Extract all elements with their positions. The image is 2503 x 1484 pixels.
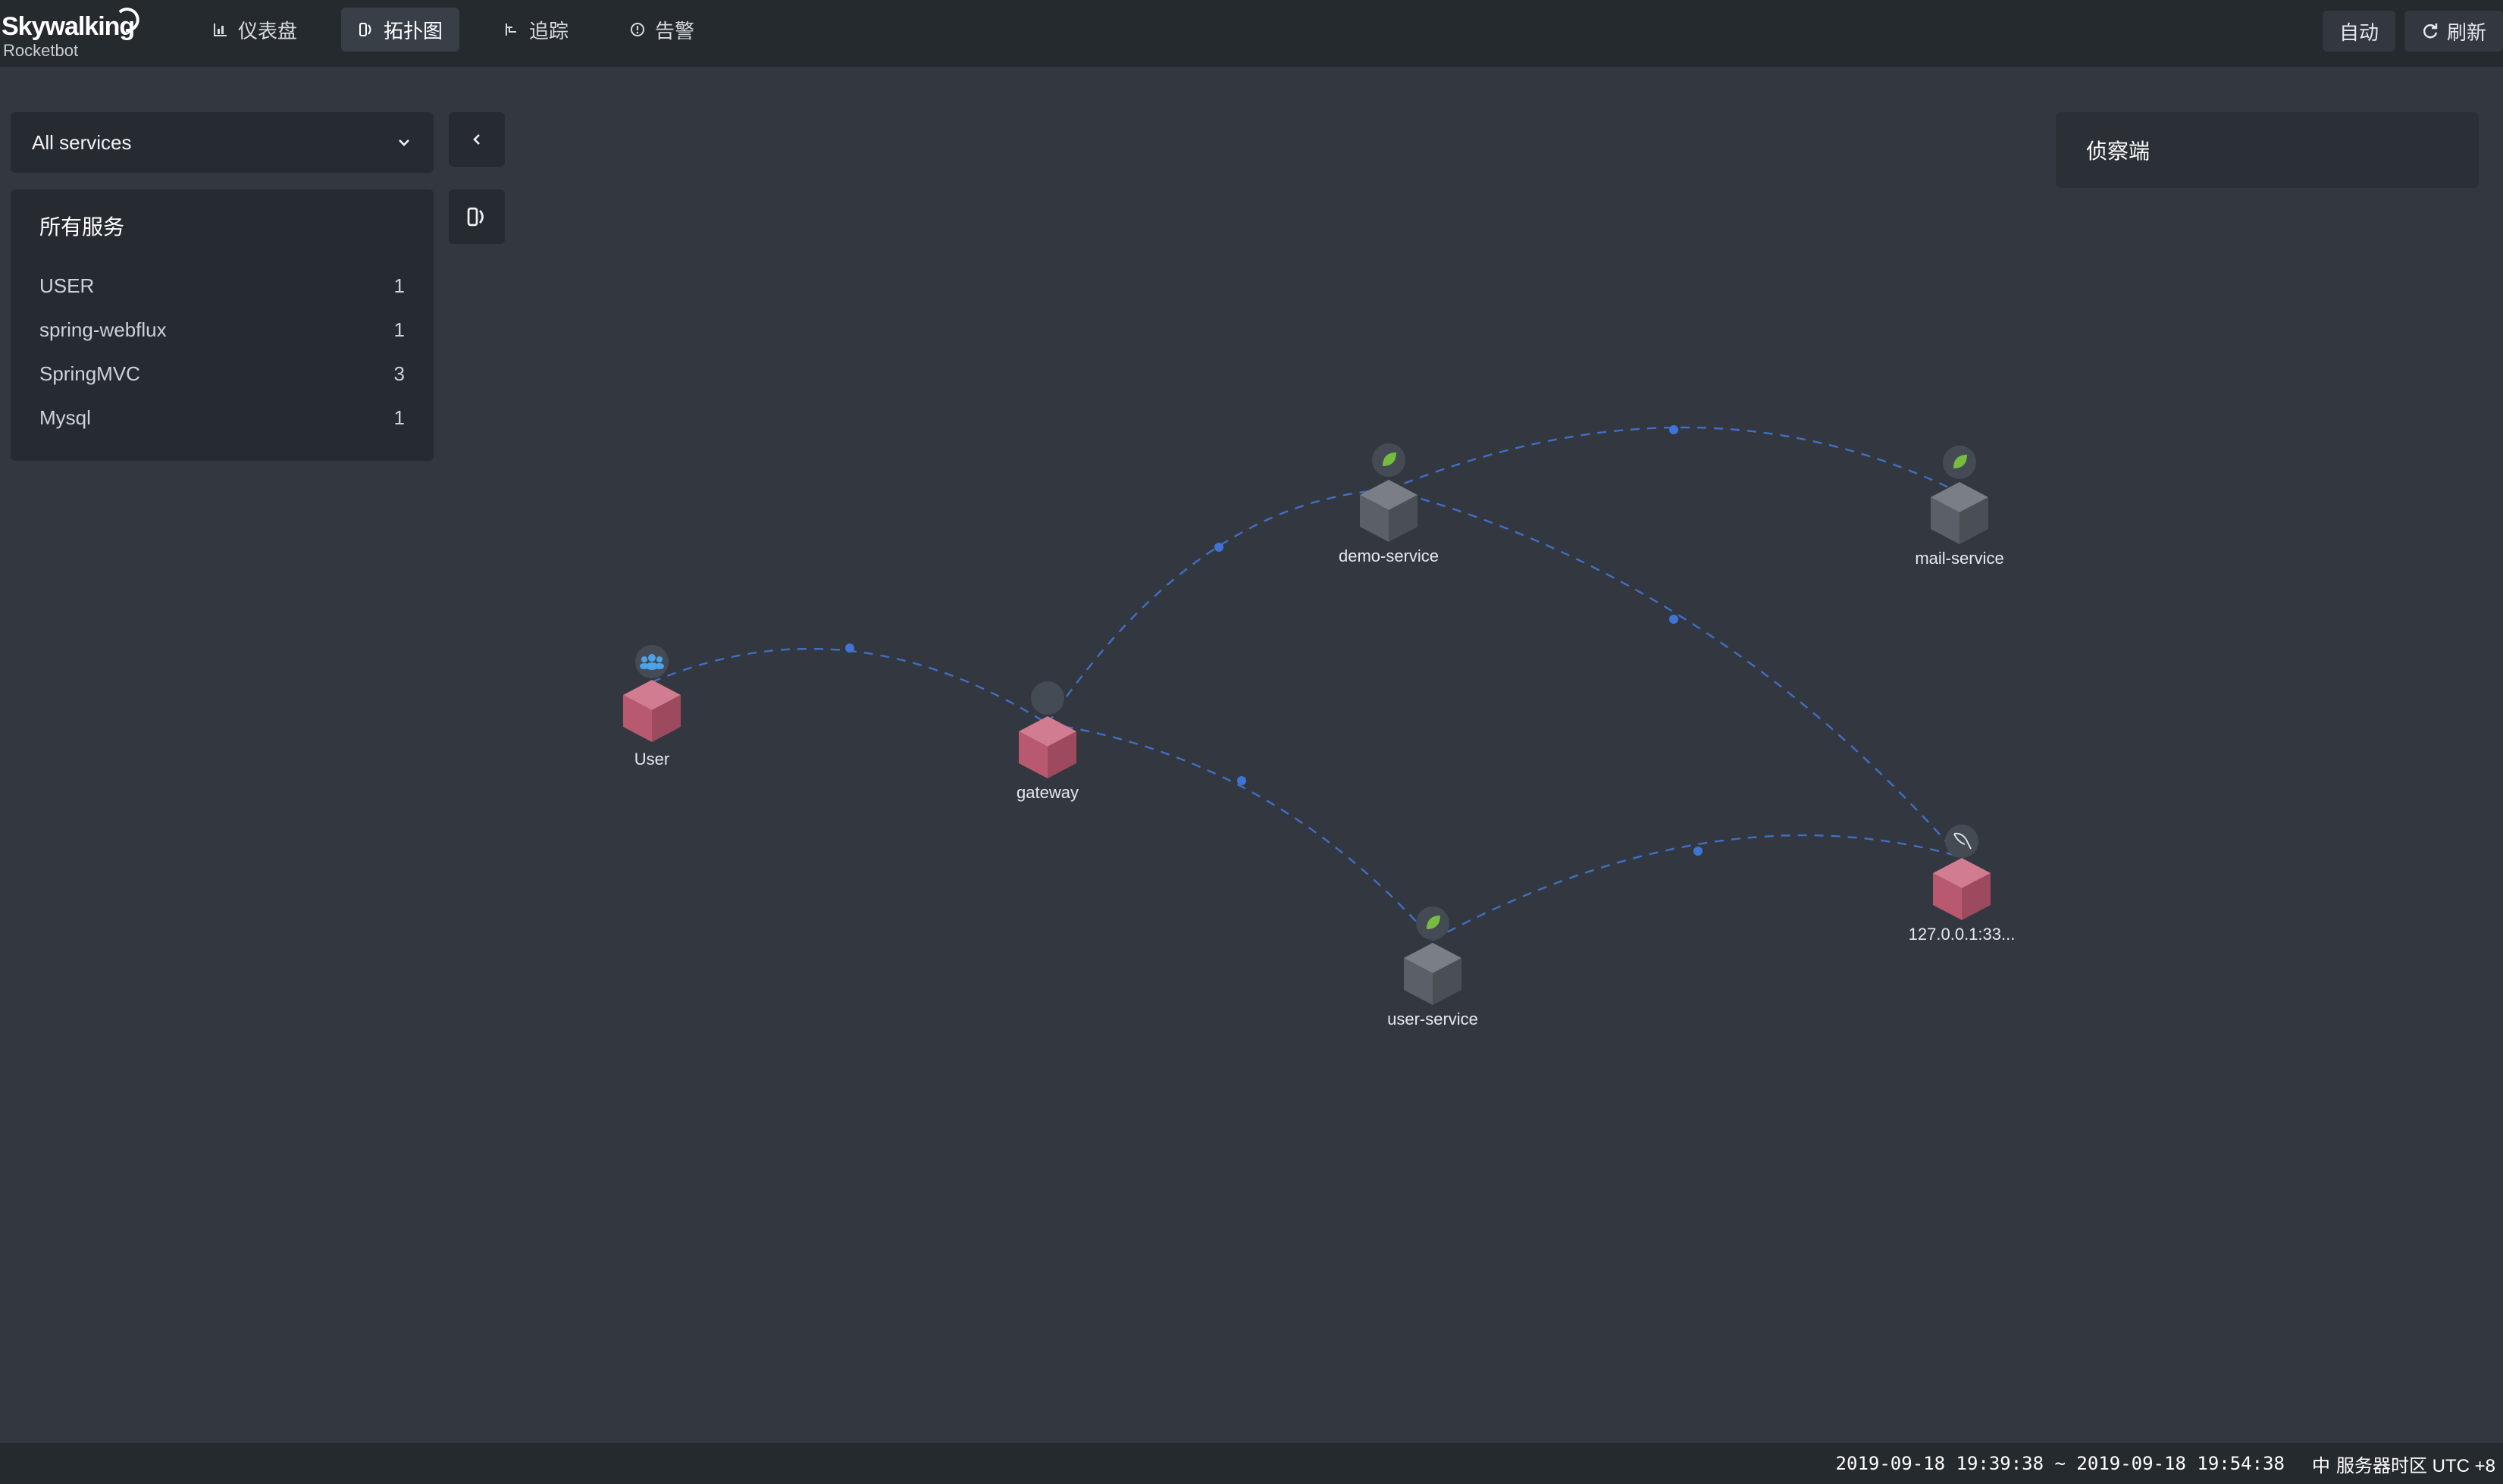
status-footer: 2019-09-18 19:39:38 ~ 2019-09-18 19:54:3… [0, 1443, 2503, 1484]
topology-edges [651, 426, 1960, 941]
topology-node-user[interactable]: User [623, 645, 681, 769]
nav-topology[interactable]: 拓扑图 [341, 8, 460, 52]
language-toggle[interactable]: 中 [2312, 1451, 2330, 1477]
header-actions: 自动 刷新 [2322, 11, 2503, 52]
nav-topology-label: 拓扑图 [384, 19, 443, 42]
nav-dashboard-label: 仪表盘 [238, 19, 298, 42]
node-label: mail-service [1915, 549, 2003, 568]
top-header: Skywalking Rocketbot 仪表盘 拓扑图 追踪 告警 自动 刷新 [0, 0, 2503, 67]
edge-midpoint-dot[interactable] [1237, 776, 1246, 785]
brand-subtitle: Rocketbot [3, 41, 79, 60]
topology-node-mysql[interactable]: 127.0.0.1:33... [1909, 825, 2016, 944]
node-label: user-service [1387, 1010, 1478, 1028]
topology-node-user-service[interactable]: user-service [1387, 906, 1478, 1028]
main-nav: 仪表盘 拓扑图 追踪 告警 [196, 8, 711, 52]
topology-icon [359, 23, 371, 36]
edge-midpoint-dot[interactable] [845, 643, 854, 653]
server-timezone: 服务器时区 UTC +8 [2335, 1455, 2495, 1476]
blank-icon [1031, 681, 1064, 715]
topology-node-gateway[interactable]: gateway [1017, 681, 1079, 802]
chart-icon [214, 23, 227, 36]
nav-trace-label: 追踪 [529, 19, 569, 42]
node-label: 127.0.0.1:33... [1909, 925, 2016, 944]
edge-user-gateway[interactable] [651, 647, 1048, 725]
nav-alarm-label: 告警 [655, 19, 695, 42]
nav-trace[interactable]: 追踪 [487, 8, 585, 52]
brand-title: Skywalking [2, 12, 135, 41]
auto-refresh-button[interactable]: 自动 [2322, 11, 2395, 52]
edge-gateway-userservice[interactable] [1047, 722, 1433, 941]
nav-alarm[interactable]: 告警 [612, 8, 711, 52]
topology-node-demo-service[interactable]: demo-service [1339, 443, 1439, 565]
nav-dashboard[interactable]: 仪表盘 [196, 8, 314, 52]
auto-refresh-label: 自动 [2339, 20, 2379, 44]
brand-logo[interactable]: Skywalking Rocketbot [2, 8, 146, 61]
time-range-picker[interactable]: 2019-09-18 19:39:38 ~ 2019-09-18 19:54:3… [1836, 1453, 2285, 1474]
edge-demo-mysql[interactable] [1388, 488, 1960, 857]
refresh-label: 刷新 [2446, 20, 2486, 44]
brand-arc-icon [118, 8, 139, 33]
trace-icon [506, 23, 517, 36]
alarm-icon [631, 23, 645, 36]
topology-canvas[interactable]: User gateway demo-service mail-service u… [0, 67, 2503, 1443]
node-label: User [634, 750, 669, 769]
edge-midpoint-dot[interactable] [1693, 847, 1703, 856]
refresh-button[interactable]: 刷新 [2404, 11, 2503, 52]
mysql-dolphin-icon [1945, 825, 1978, 858]
topology-node-mail-service[interactable]: mail-service [1915, 446, 2004, 568]
edge-midpoint-dot[interactable] [1669, 425, 1678, 434]
edge-demo-mail[interactable] [1388, 426, 1960, 494]
edge-midpoint-dot[interactable] [1214, 543, 1223, 552]
edge-midpoints [845, 425, 1703, 856]
node-label: gateway [1017, 783, 1079, 802]
edge-midpoint-dot[interactable] [1669, 615, 1678, 624]
refresh-icon [2423, 23, 2438, 39]
edge-gateway-demo[interactable] [1047, 488, 1389, 725]
node-label: demo-service [1339, 546, 1439, 565]
